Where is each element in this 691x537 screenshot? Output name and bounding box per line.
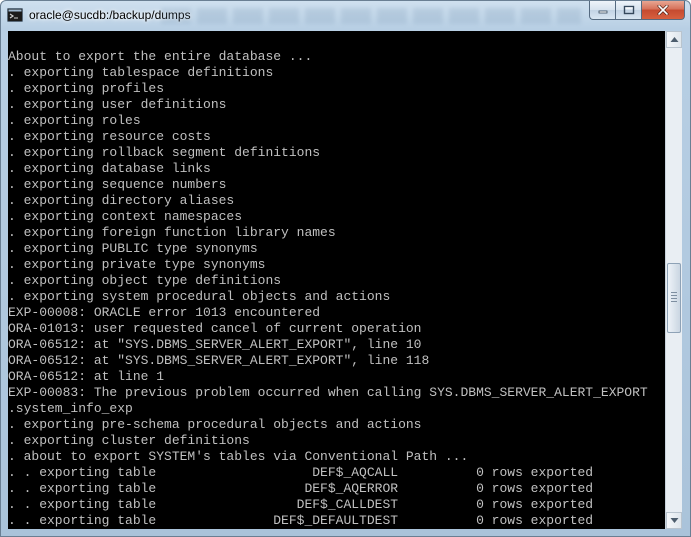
scrollbar-thumb[interactable] bbox=[667, 263, 681, 333]
terminal-line: EXP-00083: The previous problem occurred… bbox=[8, 385, 648, 400]
scroll-up-button[interactable] bbox=[666, 31, 682, 48]
close-button[interactable] bbox=[641, 1, 685, 20]
terminal-line: . . exporting table DEF$_CALLDEST 0 rows… bbox=[8, 497, 594, 512]
terminal-window: oracle@sucdb:/backup/dumps About to expo… bbox=[0, 0, 691, 537]
terminal-line: . exporting database links bbox=[8, 161, 211, 176]
terminal-line: . exporting cluster definitions bbox=[8, 433, 250, 448]
terminal-line: . exporting foreign function library nam… bbox=[8, 225, 336, 240]
scroll-down-button[interactable] bbox=[666, 512, 682, 529]
terminal-line: . . exporting table DEF$_DEFAULTDEST 0 r… bbox=[8, 513, 594, 528]
scroll-up-arrow-icon bbox=[670, 37, 679, 42]
terminal-line: About to export the entire database ... bbox=[8, 49, 313, 64]
terminal-output[interactable]: About to export the entire database ....… bbox=[8, 31, 665, 529]
terminal-line: . exporting tablespace definitions bbox=[8, 65, 274, 80]
terminal-line: . exporting sequence numbers bbox=[8, 177, 227, 192]
terminal-line: ORA-06512: at "SYS.DBMS_SERVER_ALERT_EXP… bbox=[8, 353, 430, 368]
terminal-line: . exporting PUBLIC type synonyms bbox=[8, 241, 258, 256]
terminal-line: . . exporting table DEF$_AQERROR 0 rows … bbox=[8, 481, 594, 496]
maximize-icon bbox=[623, 5, 634, 15]
terminal-output-lines: About to export the entire database ....… bbox=[8, 49, 648, 529]
minimize-button[interactable] bbox=[589, 1, 615, 20]
minimize-icon bbox=[598, 10, 607, 14]
terminal-line: . exporting private type synonyms bbox=[8, 257, 266, 272]
terminal-line: . exporting rollback segment definitions bbox=[8, 145, 321, 160]
terminal-line: . exporting context namespaces bbox=[8, 209, 243, 224]
terminal-line: ORA-06512: at "SYS.DBMS_SERVER_ALERT_EXP… bbox=[8, 337, 422, 352]
terminal-line: . exporting pre-schema procedural object… bbox=[8, 417, 422, 432]
terminal-line: . about to export SYSTEM's tables via Co… bbox=[8, 449, 469, 464]
terminal-line: .system_info_exp bbox=[8, 401, 133, 416]
terminal-line: . exporting object type definitions bbox=[8, 273, 282, 288]
terminal-line: ORA-01013: user requested cancel of curr… bbox=[8, 321, 422, 336]
terminal-line: EXP-00008: ORACLE error 1013 encountered bbox=[8, 305, 321, 320]
caption-buttons bbox=[589, 1, 685, 21]
terminal-line: ORA-06512: at line 1 bbox=[8, 369, 165, 384]
scrollbar-grip-icon bbox=[671, 292, 677, 304]
title-bar-background-shadow bbox=[161, 8, 581, 24]
terminal-app-icon[interactable] bbox=[7, 8, 23, 22]
title-bar[interactable]: oracle@sucdb:/backup/dumps bbox=[1, 1, 690, 31]
terminal-line: . exporting directory aliases bbox=[8, 193, 235, 208]
terminal-line: . exporting resource costs bbox=[8, 129, 211, 144]
terminal-line: . exporting system procedural objects an… bbox=[8, 289, 391, 304]
terminal-line: . . exporting table DEF$_AQCALL 0 rows e… bbox=[8, 465, 594, 480]
terminal-line: . exporting user definitions bbox=[8, 97, 227, 112]
vertical-scrollbar[interactable] bbox=[665, 31, 682, 529]
scroll-down-arrow-icon bbox=[670, 518, 679, 523]
maximize-button[interactable] bbox=[615, 1, 641, 20]
terminal-line: . exporting profiles bbox=[8, 81, 165, 96]
close-icon bbox=[657, 5, 669, 15]
terminal-line: . exporting roles bbox=[8, 113, 141, 128]
